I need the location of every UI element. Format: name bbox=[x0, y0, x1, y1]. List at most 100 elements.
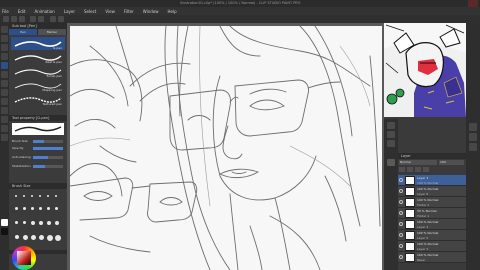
anti-aliasing-row[interactable]: Anti-aliasing bbox=[11, 155, 65, 160]
size-preset[interactable] bbox=[39, 207, 42, 210]
layer-row[interactable]: 100 % Normal Layer 4 bbox=[398, 219, 466, 230]
pen-tool-icon[interactable] bbox=[1, 62, 8, 69]
eye-icon[interactable] bbox=[399, 189, 403, 193]
gradient-tool-icon[interactable] bbox=[1, 116, 8, 123]
size-preset[interactable] bbox=[31, 207, 34, 210]
menu-select[interactable]: Select bbox=[84, 9, 96, 14]
eye-icon[interactable] bbox=[399, 178, 403, 182]
figure-tool-icon[interactable] bbox=[1, 125, 8, 132]
size-preset[interactable] bbox=[15, 235, 19, 239]
size-preset[interactable] bbox=[39, 221, 43, 225]
reference-icon[interactable] bbox=[415, 167, 421, 172]
new-file-icon[interactable] bbox=[3, 16, 9, 22]
layer-opacity-field[interactable]: 100 bbox=[439, 160, 464, 165]
move-tool-icon[interactable] bbox=[1, 35, 8, 42]
blend-mode-select[interactable]: Normal bbox=[399, 160, 437, 165]
menu-view[interactable]: View bbox=[105, 9, 115, 14]
size-preset[interactable] bbox=[39, 195, 41, 197]
stabilization-row[interactable]: Stabilization bbox=[11, 164, 65, 169]
size-preset[interactable] bbox=[15, 207, 18, 210]
menu-animation[interactable]: Animation bbox=[34, 9, 54, 14]
size-preset[interactable] bbox=[47, 195, 49, 197]
opacity-row[interactable]: Opacity bbox=[11, 146, 65, 151]
menu-file[interactable]: File bbox=[2, 9, 9, 14]
size-preset[interactable] bbox=[47, 235, 53, 241]
panel-toggle-icon[interactable] bbox=[469, 123, 477, 131]
size-preset[interactable] bbox=[55, 235, 61, 241]
material-icon[interactable] bbox=[387, 140, 395, 147]
brush-tool-icon[interactable] bbox=[1, 80, 8, 87]
menu-layer[interactable]: Layer bbox=[64, 9, 75, 14]
size-preset[interactable] bbox=[15, 221, 18, 224]
transform-icon[interactable] bbox=[58, 16, 64, 22]
open-file-icon[interactable] bbox=[11, 16, 17, 22]
pencil-tool-icon[interactable] bbox=[1, 71, 8, 78]
undo-icon[interactable] bbox=[30, 16, 36, 22]
brush-size-row[interactable]: Brush Size bbox=[11, 139, 65, 144]
eyedropper-tool-icon[interactable] bbox=[1, 53, 8, 60]
size-preset[interactable] bbox=[23, 221, 26, 224]
layer-row[interactable]: 100 % Normal Layer 5 bbox=[398, 230, 466, 241]
navigator-preview[interactable] bbox=[384, 23, 466, 117]
size-preset[interactable] bbox=[15, 195, 17, 197]
selection-tool-icon[interactable] bbox=[1, 44, 8, 51]
eye-icon[interactable] bbox=[399, 244, 403, 248]
size-preset[interactable] bbox=[47, 221, 51, 225]
lock-icon[interactable] bbox=[399, 167, 405, 172]
layer-row[interactable]: 100 % Normal Paper bbox=[398, 252, 466, 263]
layer-row[interactable]: 100 % Normal Folder 2 bbox=[398, 197, 466, 208]
layer-property-icon[interactable] bbox=[387, 122, 395, 129]
brush-item[interactable]: Turnip pen bbox=[11, 65, 65, 78]
zoom-tool-icon[interactable] bbox=[1, 26, 8, 33]
tab-pen[interactable]: Pen bbox=[9, 29, 38, 35]
eye-icon[interactable] bbox=[399, 211, 403, 215]
maximize-button[interactable] bbox=[456, 0, 466, 7]
fill-tool-icon[interactable] bbox=[1, 107, 8, 114]
brush-item[interactable]: Real G-pen bbox=[11, 51, 65, 64]
opacity-slider[interactable] bbox=[33, 147, 63, 150]
brush-item[interactable]: G-pen bbox=[11, 37, 65, 50]
eye-icon[interactable] bbox=[399, 233, 403, 237]
size-preset[interactable] bbox=[23, 207, 26, 210]
layer-row[interactable]: 30 % Normal Folder 1 bbox=[398, 208, 466, 219]
menu-help[interactable]: Help bbox=[168, 9, 177, 14]
size-preset[interactable] bbox=[31, 221, 35, 225]
menu-edit[interactable]: Edit bbox=[18, 9, 26, 14]
size-preset[interactable] bbox=[55, 195, 57, 197]
clear-icon[interactable] bbox=[50, 16, 56, 22]
color-wheel[interactable] bbox=[12, 246, 36, 270]
eye-icon[interactable] bbox=[399, 222, 403, 226]
tab-marker[interactable]: Marker bbox=[38, 29, 67, 35]
eye-icon[interactable] bbox=[399, 255, 403, 259]
text-tool-icon[interactable] bbox=[1, 134, 8, 141]
size-preset[interactable] bbox=[55, 207, 58, 210]
eye-icon[interactable] bbox=[399, 200, 403, 204]
brush-size-slider[interactable] bbox=[33, 140, 63, 143]
size-preset[interactable] bbox=[39, 235, 44, 240]
layer-row[interactable]: 100 % Normal Layer 8 bbox=[398, 186, 466, 197]
menu-filter[interactable]: Filter bbox=[124, 9, 134, 14]
history-icon[interactable] bbox=[387, 159, 395, 166]
minimize-button[interactable] bbox=[444, 0, 454, 7]
brush-item[interactable]: Textured pen bbox=[11, 93, 65, 106]
main-color-swatch[interactable] bbox=[1, 219, 8, 226]
panel-toggle-icon[interactable] bbox=[469, 133, 477, 141]
menu-window[interactable]: Window bbox=[143, 9, 159, 14]
stabilization-slider[interactable] bbox=[33, 165, 63, 168]
anti-aliasing-slider[interactable] bbox=[33, 156, 63, 159]
size-preset[interactable] bbox=[55, 221, 59, 225]
airbrush-tool-icon[interactable] bbox=[1, 89, 8, 96]
eraser-tool-icon[interactable] bbox=[1, 98, 8, 105]
clipping-icon[interactable] bbox=[407, 167, 413, 172]
drawing-canvas[interactable] bbox=[70, 26, 382, 270]
layer-row[interactable]: 100 % Normal Layer 2 bbox=[398, 241, 466, 252]
brush-item[interactable]: Mapping pen bbox=[11, 79, 65, 92]
redo-icon[interactable] bbox=[38, 16, 44, 22]
sub-color-swatch[interactable] bbox=[1, 228, 8, 235]
size-preset[interactable] bbox=[31, 235, 36, 240]
save-icon[interactable] bbox=[19, 16, 25, 22]
size-preset[interactable] bbox=[23, 235, 28, 240]
color-saturation-square[interactable] bbox=[17, 251, 31, 265]
panel-toggle-icon[interactable] bbox=[469, 143, 477, 151]
size-preset[interactable] bbox=[47, 207, 50, 210]
